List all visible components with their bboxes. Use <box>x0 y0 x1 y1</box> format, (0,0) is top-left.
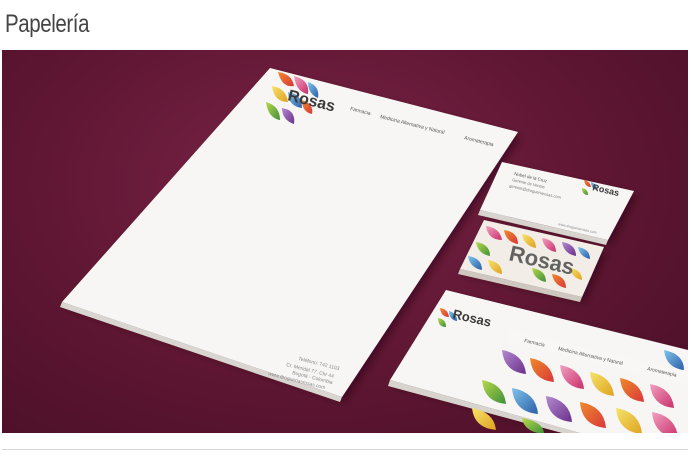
envelope: Rosas Farmacia Medicina Alternativa y Na… <box>388 290 688 433</box>
stationery-scene: Rosas Farmacia Medicina Alternativa y Na… <box>60 68 688 433</box>
section-divider <box>2 449 688 450</box>
page-title: Papelería <box>5 10 90 38</box>
stationery-mockup-photo: Rosas Farmacia Medicina Alternativa y Na… <box>2 50 688 433</box>
